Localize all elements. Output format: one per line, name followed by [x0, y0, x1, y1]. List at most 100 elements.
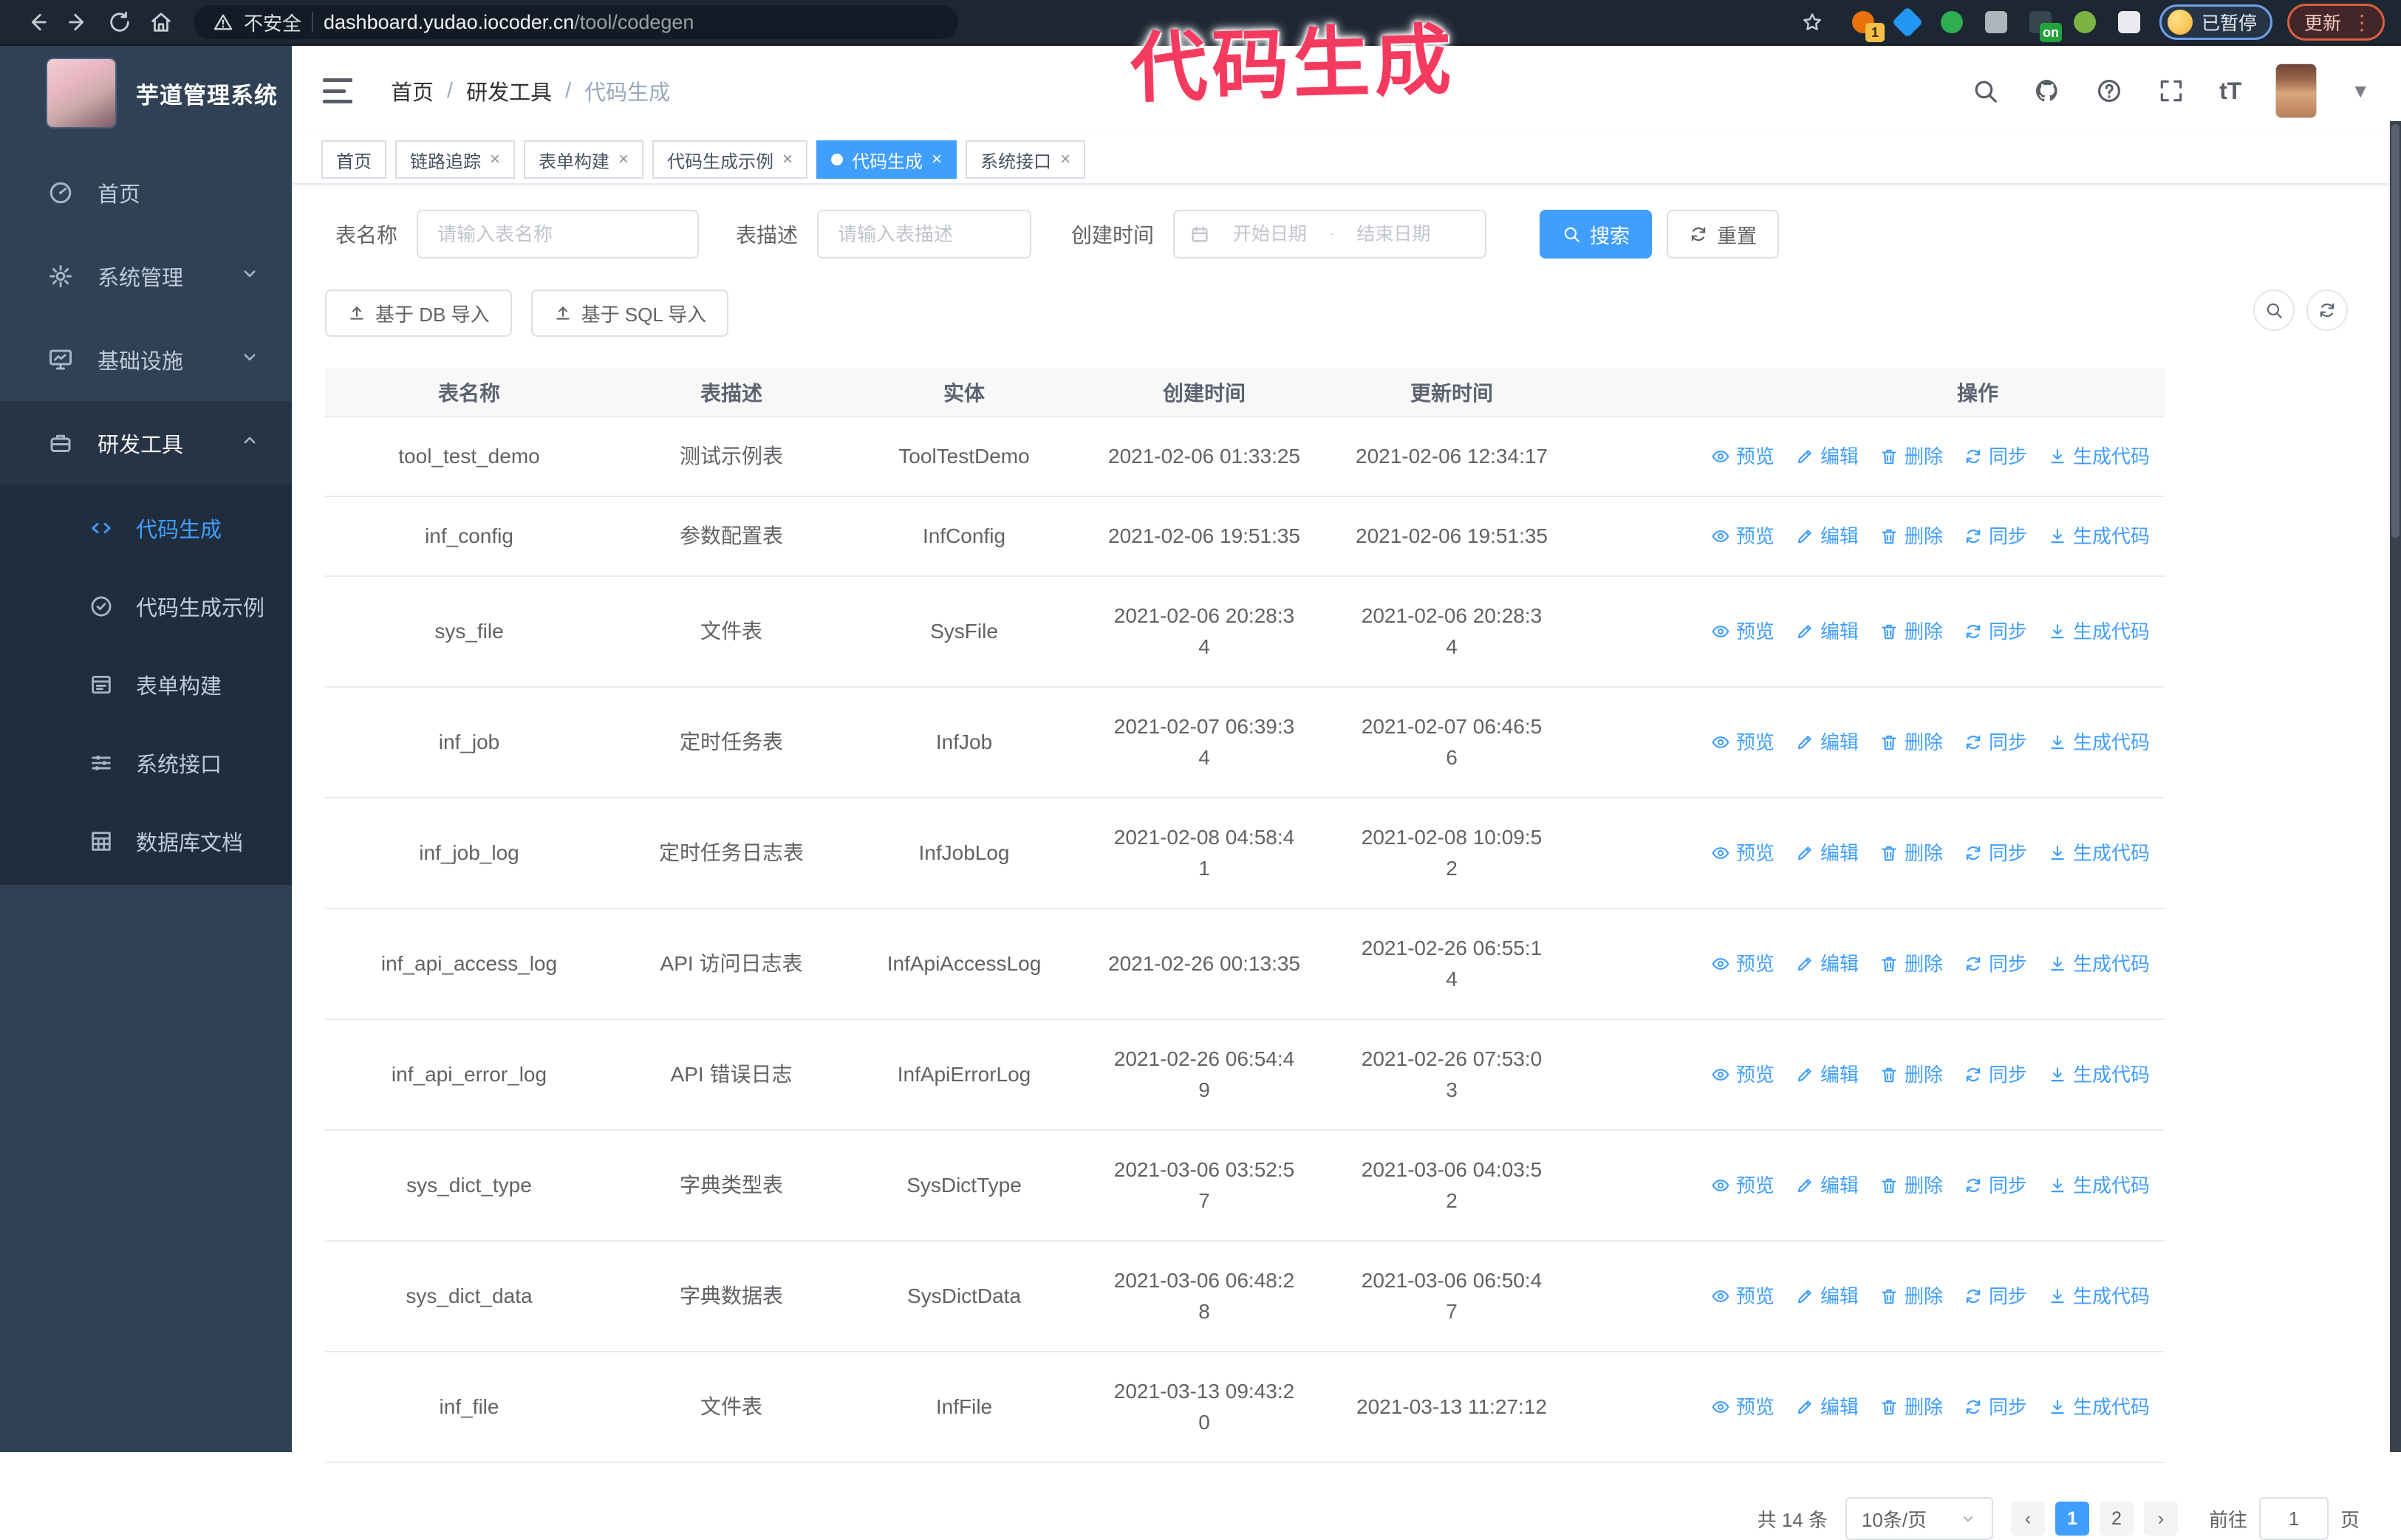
font-size-icon[interactable]: tT [2219, 78, 2241, 105]
browser-forward-button[interactable] [58, 1, 99, 43]
page-button-2[interactable]: 2 [2099, 1502, 2134, 1536]
submenu-item-3[interactable]: 系统接口 [0, 724, 292, 802]
edit-link[interactable]: 编辑 [1795, 948, 1859, 979]
preview-link[interactable]: 预览 [1711, 1059, 1775, 1090]
browser-update-button[interactable]: 更新 ⋮ [2286, 4, 2385, 41]
edit-link[interactable]: 编辑 [1795, 616, 1859, 647]
sync-link[interactable]: 同步 [1964, 616, 2027, 647]
sidebar-item-3[interactable]: 研发工具 [0, 401, 292, 485]
preview-link[interactable]: 预览 [1711, 948, 1775, 979]
preview-link[interactable]: 预览 [1711, 1281, 1775, 1312]
table-name-input[interactable] [417, 210, 700, 259]
sidebar-item-2[interactable]: 基础设施 [0, 318, 292, 401]
end-date-input[interactable] [1345, 223, 1442, 245]
sidebar-item-1[interactable]: 系统管理 [0, 234, 292, 318]
import-sql-button[interactable]: 基于 SQL 导入 [530, 290, 729, 337]
submenu-item-2[interactable]: 表单构建 [0, 646, 292, 724]
page-scrollbar[interactable] [2390, 121, 2401, 1452]
tab-close-icon[interactable]: × [782, 149, 793, 170]
preview-link[interactable]: 预览 [1711, 521, 1775, 552]
generate-code-link[interactable]: 生成代码 [2048, 948, 2150, 979]
hamburger-icon[interactable] [323, 78, 352, 103]
generate-code-link[interactable]: 生成代码 [2048, 838, 2150, 869]
generate-code-link[interactable]: 生成代码 [2048, 1170, 2150, 1201]
sync-link[interactable]: 同步 [1964, 727, 2027, 758]
preview-link[interactable]: 预览 [1711, 838, 1775, 869]
breadcrumb-home[interactable]: 首页 [391, 75, 434, 106]
preview-link[interactable]: 预览 [1711, 1170, 1775, 1201]
reset-button[interactable]: 重置 [1667, 210, 1780, 259]
sidebar-item-0[interactable]: 首页 [0, 151, 292, 234]
edit-link[interactable]: 编辑 [1795, 727, 1859, 758]
fullscreen-icon[interactable] [2157, 77, 2185, 105]
generate-code-link[interactable]: 生成代码 [2048, 727, 2150, 758]
tab-close-icon[interactable]: × [1060, 149, 1070, 170]
toggle-search-button[interactable] [2253, 290, 2295, 331]
generate-code-link[interactable]: 生成代码 [2048, 1281, 2150, 1312]
delete-link[interactable]: 删除 [1879, 616, 1943, 647]
sync-link[interactable]: 同步 [1964, 1392, 2027, 1423]
avatar-caret-icon[interactable]: ▼ [2351, 80, 2370, 103]
tab-close-icon[interactable]: × [932, 149, 942, 170]
edit-link[interactable]: 编辑 [1795, 838, 1859, 869]
search-button[interactable]: 搜索 [1540, 210, 1653, 259]
prev-page-button[interactable]: ‹ [2010, 1502, 2045, 1536]
browser-profile-badge[interactable]: 已暂停 [2159, 4, 2272, 40]
extension-green-key-icon[interactable] [2069, 7, 2100, 38]
page-button-1[interactable]: 1 [2055, 1502, 2089, 1536]
extension-puzzle-icon[interactable] [2114, 7, 2145, 38]
delete-link[interactable]: 删除 [1879, 441, 1943, 472]
tab-close-icon[interactable]: × [490, 149, 500, 170]
sync-link[interactable]: 同步 [1964, 441, 2027, 472]
sync-link[interactable]: 同步 [1964, 521, 2027, 552]
github-icon[interactable] [2033, 77, 2061, 105]
preview-link[interactable]: 预览 [1711, 727, 1775, 758]
preview-link[interactable]: 预览 [1711, 616, 1775, 647]
edit-link[interactable]: 编辑 [1795, 1392, 1859, 1423]
generate-code-link[interactable]: 生成代码 [2048, 1059, 2150, 1090]
generate-code-link[interactable]: 生成代码 [2048, 441, 2150, 472]
extension-grid-icon[interactable] [1981, 7, 2012, 38]
preview-link[interactable]: 预览 [1711, 1392, 1775, 1423]
tab-2[interactable]: 表单构建 × [524, 140, 644, 179]
tab-close-icon[interactable]: × [618, 149, 629, 170]
generate-code-link[interactable]: 生成代码 [2048, 616, 2150, 647]
delete-link[interactable]: 删除 [1879, 1059, 1943, 1090]
submenu-item-0[interactable]: 代码生成 [0, 489, 292, 567]
browser-menu-icon[interactable]: ⋮ [2352, 10, 2372, 35]
import-db-button[interactable]: 基于 DB 导入 [325, 290, 512, 337]
edit-link[interactable]: 编辑 [1795, 1059, 1859, 1090]
breadcrumb-devtools[interactable]: 研发工具 [466, 75, 552, 106]
sync-link[interactable]: 同步 [1964, 1281, 2027, 1312]
edit-link[interactable]: 编辑 [1795, 441, 1859, 472]
sync-link[interactable]: 同步 [1964, 1059, 2027, 1090]
extension-orange-icon[interactable]: 1 [1848, 7, 1885, 42]
extension-dark-on-icon[interactable]: on [2025, 7, 2062, 42]
browser-reload-button[interactable] [99, 1, 140, 43]
sync-link[interactable]: 同步 [1964, 838, 2027, 869]
goto-page-input[interactable] [2258, 1497, 2329, 1540]
tab-0[interactable]: 首页 [321, 140, 386, 179]
generate-code-link[interactable]: 生成代码 [2048, 521, 2150, 552]
submenu-item-1[interactable]: 代码生成示例 [0, 567, 292, 646]
next-page-button[interactable]: › [2143, 1502, 2178, 1536]
tab-1[interactable]: 链路追踪 × [395, 140, 516, 179]
delete-link[interactable]: 删除 [1879, 1170, 1943, 1201]
browser-back-button[interactable] [16, 1, 58, 43]
tab-3[interactable]: 代码生成示例 × [652, 140, 808, 179]
insecure-label[interactable]: 不安全 [244, 9, 301, 36]
submenu-item-4[interactable]: 数据库文档 [0, 802, 292, 880]
sync-link[interactable]: 同步 [1964, 948, 2027, 979]
bookmark-star-icon[interactable] [1792, 1, 1833, 43]
app-logo[interactable]: 芋道管理系统 [0, 46, 292, 140]
generate-code-link[interactable]: 生成代码 [2048, 1392, 2150, 1423]
scrollbar-thumb[interactable] [2391, 124, 2400, 538]
header-search-icon[interactable] [1971, 77, 1999, 105]
date-range-picker[interactable]: - [1173, 210, 1487, 259]
preview-link[interactable]: 预览 [1711, 441, 1775, 472]
edit-link[interactable]: 编辑 [1795, 521, 1859, 552]
edit-link[interactable]: 编辑 [1795, 1281, 1859, 1312]
edit-link[interactable]: 编辑 [1795, 1170, 1859, 1201]
extension-green-check-icon[interactable] [1936, 7, 1967, 38]
delete-link[interactable]: 删除 [1879, 727, 1943, 758]
